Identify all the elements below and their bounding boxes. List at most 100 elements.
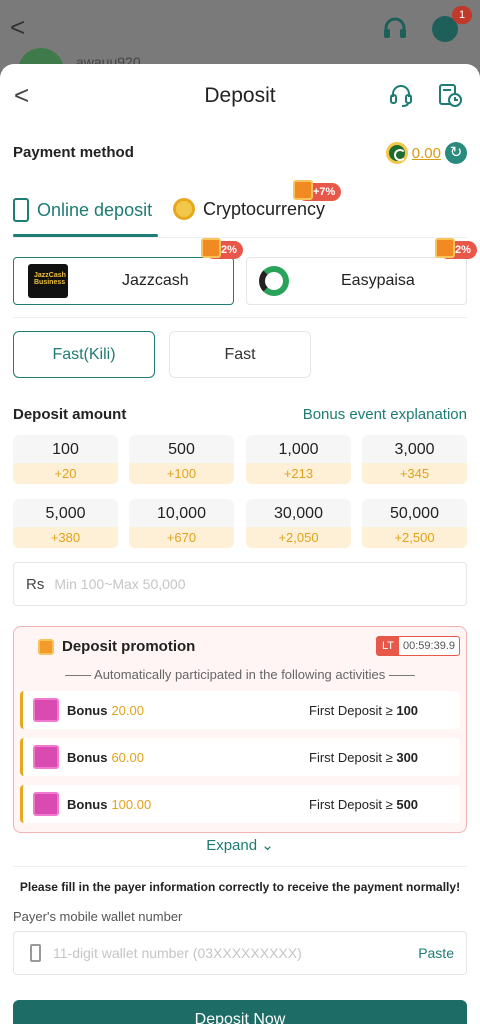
easypaisa-logo	[259, 266, 289, 296]
amount-bonus: +380	[13, 527, 118, 548]
promotion-row: Bonus 20.00 First Deposit ≥ 100	[20, 691, 460, 729]
notification-badge: 1	[452, 6, 472, 24]
amount-value: 500	[168, 441, 195, 458]
tab-cryptocurrency-label: Cryptocurrency	[203, 198, 326, 219]
payer-notice: Please fill in the payer information cor…	[19, 880, 461, 894]
amount-bonus: +345	[362, 463, 467, 484]
payment-methods: JazzCash Business Jazzcash 2% Easypaisa …	[13, 238, 477, 305]
tab-online-deposit[interactable]: Online deposit	[13, 198, 152, 222]
amount-bonus: +20	[13, 463, 118, 484]
deposit-sheet: < Deposit Payment method 0.00 ↻ Online d…	[0, 64, 480, 1024]
easypaisa-bonus-tag: 2%	[435, 238, 477, 259]
amount-value: 30,000	[274, 505, 323, 522]
divider	[13, 866, 467, 867]
channel-fast[interactable]: Fast	[169, 331, 311, 378]
mobile-phone-icon	[30, 944, 41, 962]
condition-text: First Deposit ≥	[309, 796, 393, 812]
method-jazzcash[interactable]: JazzCash Business Jazzcash	[13, 257, 234, 305]
pakistan-flag-icon	[385, 142, 408, 164]
amount-option[interactable]: 1,000 +213	[246, 435, 351, 484]
chevron-down-icon: ⌄	[261, 837, 274, 854]
active-tab-indicator	[13, 234, 158, 237]
expand-label: Expand	[206, 837, 258, 854]
jazzcash-bonus-tag: 2%	[201, 238, 243, 259]
amount-option[interactable]: 3,000 +345	[362, 435, 467, 484]
amount-option[interactable]: 500 +100	[129, 435, 234, 484]
bonus-condition: First Deposit ≥ 300	[309, 750, 418, 765]
payment-method-row: Payment method 0.00 ↻	[13, 142, 467, 164]
amount-value: 5,000	[45, 505, 86, 522]
bonus-label: Bonus	[67, 796, 108, 812]
background-app-header: < 1 awauu920	[0, 0, 480, 78]
promotion-subtitle: —— Automatically participated in the fol…	[65, 667, 415, 682]
deposit-amount-title: Deposit amount	[13, 406, 127, 423]
bonus-label: Bonus	[67, 749, 108, 765]
deposit-promotion-panel: Deposit promotion LT 00:59:39.9 —— Autom…	[13, 626, 467, 833]
condition-threshold: 500	[396, 796, 419, 812]
countdown-text: 00:59:39.9	[403, 640, 455, 652]
amount-value: 10,000	[157, 505, 206, 522]
deposit-tabs: Online deposit Cryptocurrency +7%	[13, 180, 467, 238]
deposit-now-button[interactable]: Deposit Now	[13, 1000, 467, 1024]
bonus-condition: First Deposit ≥ 500	[309, 797, 418, 812]
crypto-coin-icon	[173, 198, 195, 220]
bonus-condition: First Deposit ≥ 100	[309, 703, 418, 718]
amount-input[interactable]	[54, 576, 435, 592]
phone-icon	[13, 198, 29, 222]
condition-text: First Deposit ≥	[309, 749, 393, 765]
promotion-row: Bonus 100.00 First Deposit ≥ 500	[20, 785, 460, 823]
gift-box-icon	[33, 792, 59, 816]
divider	[13, 317, 467, 318]
expand-button[interactable]: Expand ⌄	[0, 836, 480, 854]
amount-option[interactable]: 30,000 +2,050	[246, 499, 351, 548]
balance-amount: 0.00	[411, 144, 441, 162]
amount-value: 3,000	[394, 441, 435, 458]
method-easypaisa[interactable]: Easypaisa	[246, 257, 467, 305]
wallet-number-input[interactable]	[53, 945, 393, 961]
payment-method-label: Payment method	[13, 144, 134, 161]
amount-option[interactable]: 5,000 +380	[13, 499, 118, 548]
paste-button[interactable]: Paste	[418, 945, 454, 961]
method-easypaisa-label: Easypaisa	[341, 272, 415, 289]
condition-threshold: 300	[396, 749, 419, 765]
customer-service-icon[interactable]	[388, 82, 414, 108]
gift-box-icon	[33, 698, 59, 722]
background-back-icon: <	[10, 12, 26, 42]
jazzcash-logo: JazzCash Business	[28, 264, 68, 298]
bonus-explanation-link[interactable]: Bonus event explanation	[303, 406, 467, 423]
amount-option[interactable]: 10,000 +670	[129, 499, 234, 548]
balance-display: 0.00 ↻	[385, 138, 467, 168]
bonus-amount: 100.00	[111, 796, 152, 812]
lightning-icon: LT	[376, 637, 399, 655]
amount-value: 1,000	[278, 441, 319, 458]
refresh-icon[interactable]: ↻	[445, 142, 467, 164]
condition-text: First Deposit ≥	[309, 702, 393, 718]
amount-option[interactable]: 100 +20	[13, 435, 118, 484]
history-icon[interactable]	[437, 82, 463, 108]
amount-option[interactable]: 50,000 +2,500	[362, 499, 467, 548]
promotion-row: Bonus 60.00 First Deposit ≥ 300	[20, 738, 460, 776]
amount-bonus: +100	[129, 463, 234, 484]
tab-cryptocurrency[interactable]: Cryptocurrency	[173, 198, 325, 220]
channel-fast-kili[interactable]: Fast(Kili)	[13, 331, 155, 378]
amount-field[interactable]: Rs	[13, 562, 467, 606]
amount-bonus: +2,500	[362, 527, 467, 548]
sheet-header: < Deposit	[0, 64, 480, 128]
amount-value: 100	[52, 441, 79, 458]
bonus-amount: 60.00	[111, 749, 144, 765]
method-jazzcash-label: Jazzcash	[122, 272, 189, 289]
amount-bonus: +670	[129, 527, 234, 548]
currency-label: Rs	[26, 575, 45, 593]
gift-box-icon	[33, 745, 59, 769]
wallet-field[interactable]: Paste	[13, 931, 467, 975]
condition-threshold: 100	[396, 702, 419, 718]
promotion-title-text: Deposit promotion	[62, 638, 196, 655]
amount-bonus: +213	[246, 463, 351, 484]
amount-value: 50,000	[390, 505, 439, 522]
bonus-label: Bonus	[67, 702, 108, 718]
promotion-timer: LT 00:59:39.9	[375, 636, 460, 656]
amount-bonus: +2,050	[246, 527, 351, 548]
payer-wallet-label: Payer's mobile wallet number	[13, 909, 183, 924]
bonus-amount: 20.00	[111, 702, 144, 718]
gift-icon	[38, 638, 54, 655]
